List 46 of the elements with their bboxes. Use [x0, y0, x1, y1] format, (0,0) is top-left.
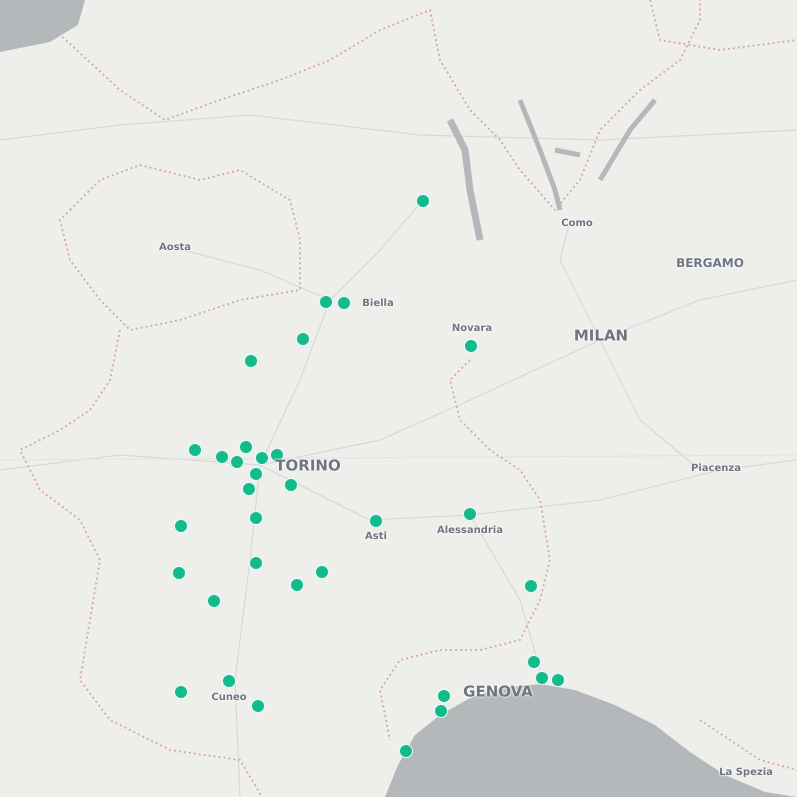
city-label: Aosta: [158, 243, 192, 253]
map-marker[interactable]: [315, 565, 329, 579]
map-marker[interactable]: [527, 655, 541, 669]
map-marker[interactable]: [188, 443, 202, 457]
map-marker[interactable]: [369, 514, 383, 528]
city-label: La Spezia: [719, 768, 773, 778]
map-marker[interactable]: [249, 556, 263, 570]
map-marker[interactable]: [463, 507, 477, 521]
map-marker[interactable]: [524, 579, 538, 593]
map-marker[interactable]: [215, 450, 229, 464]
city-label: Como: [561, 219, 593, 229]
map-marker[interactable]: [434, 704, 448, 718]
map-marker[interactable]: [535, 671, 549, 685]
city-label: GENOVA: [463, 684, 533, 700]
map-marker[interactable]: [174, 685, 188, 699]
map-marker[interactable]: [284, 478, 298, 492]
map-marker[interactable]: [337, 296, 351, 310]
map-marker[interactable]: [399, 744, 413, 758]
city-label: Alessandria: [437, 526, 503, 536]
map-marker[interactable]: [249, 511, 263, 525]
city-label: MILAN: [574, 328, 628, 344]
map-marker[interactable]: [172, 566, 186, 580]
map-marker[interactable]: [551, 673, 565, 687]
map-marker[interactable]: [296, 332, 310, 346]
map-marker[interactable]: [416, 194, 430, 208]
city-label: Piacenza: [691, 464, 741, 474]
city-label: Biella: [362, 299, 394, 309]
city-label: Novara: [452, 324, 492, 334]
map-marker[interactable]: [437, 689, 451, 703]
map-marker[interactable]: [239, 440, 253, 454]
map-marker[interactable]: [230, 455, 244, 469]
map-marker[interactable]: [242, 482, 256, 496]
city-label: TORINO: [275, 458, 341, 474]
map-marker[interactable]: [249, 467, 263, 481]
map-marker[interactable]: [251, 699, 265, 713]
map-marker[interactable]: [174, 519, 188, 533]
map-marker[interactable]: [222, 674, 236, 688]
map-marker[interactable]: [464, 339, 478, 353]
city-label: Cuneo: [211, 693, 247, 703]
map-marker[interactable]: [319, 295, 333, 309]
map-marker[interactable]: [255, 451, 269, 465]
map-marker[interactable]: [244, 354, 258, 368]
city-label: Asti: [365, 532, 387, 542]
map-marker[interactable]: [207, 594, 221, 608]
map-marker[interactable]: [290, 578, 304, 592]
city-label: BERGAMO: [676, 257, 744, 269]
